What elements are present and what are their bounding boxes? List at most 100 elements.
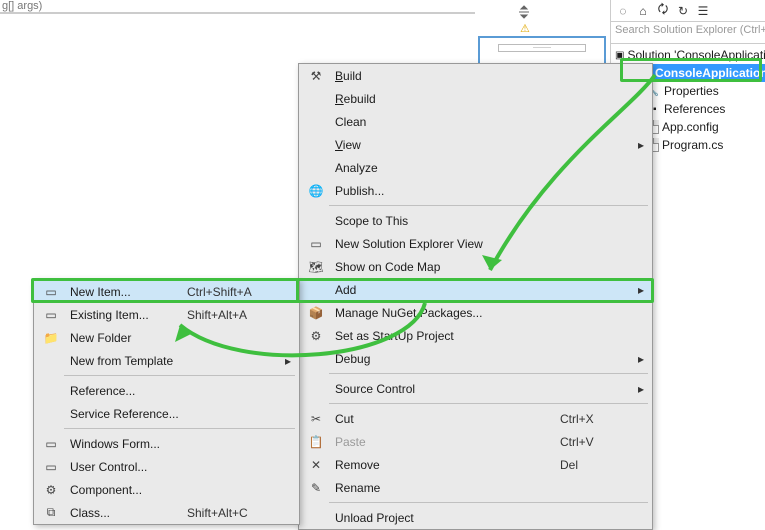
- tree-label: References: [664, 102, 725, 116]
- menu-item-label: Class...: [64, 506, 187, 520]
- menu-item-view[interactable]: View ▸: [299, 133, 652, 156]
- divider: [0, 12, 475, 14]
- menu-item-label: Analyze: [329, 161, 560, 175]
- menu-item-label: New from Template: [64, 354, 187, 368]
- menu-item-new-folder[interactable]: 📁New Folder: [34, 326, 299, 349]
- menu-item-label: New Folder: [64, 331, 187, 345]
- class-icon: ⧉: [38, 505, 64, 520]
- menu-item-set-as-startup-project[interactable]: ⚙Set as StartUp Project: [299, 324, 652, 347]
- menu-item-new-item[interactable]: ▭New Item...Ctrl+Shift+A: [34, 280, 299, 303]
- menu-item-source-control[interactable]: Source Control ▸: [299, 377, 652, 400]
- menu-item-label: Component...: [64, 483, 187, 497]
- menu-item-paste: 📋PasteCtrl+V: [299, 430, 652, 453]
- tree-label: ConsoleApplication1: [655, 66, 765, 80]
- menu-item-label: Reference...: [64, 384, 187, 398]
- solution-explorer-toolbar: ◌ ⌂ 🗘 ↻ ☰: [611, 0, 765, 22]
- menu-item-label: Rebuild: [329, 92, 560, 106]
- nuget-icon: 📦: [303, 306, 329, 320]
- home-icon[interactable]: ⌂: [635, 3, 651, 19]
- warning-icon: ⚠: [520, 22, 530, 35]
- menu-item-label: Manage NuGet Packages...: [329, 306, 560, 320]
- menu-item-label: Source Control: [329, 382, 560, 396]
- delete-icon: ✕: [303, 458, 329, 472]
- submenu-arrow-icon: ▸: [630, 283, 644, 297]
- menu-item-class[interactable]: ⧉Class...Shift+Alt+C: [34, 501, 299, 524]
- tree-solution-node[interactable]: ▣ Solution 'ConsoleApplicati: [611, 46, 765, 64]
- menu-item-component[interactable]: ⚙Component...: [34, 478, 299, 501]
- menu-item-add[interactable]: Add ▸: [299, 278, 652, 301]
- menu-item-label: Remove: [329, 458, 560, 472]
- menu-item-shortcut: Shift+Alt+A: [187, 308, 277, 322]
- paste-icon: 📋: [303, 435, 329, 449]
- menu-item-label: New Solution Explorer View: [329, 237, 560, 251]
- add-submenu: ▭New Item...Ctrl+Shift+A▭Existing Item..…: [33, 279, 300, 525]
- collapse-icon[interactable]: ☰: [695, 3, 711, 19]
- menu-item-label: View: [329, 138, 560, 152]
- form-icon: ▭: [38, 437, 64, 451]
- menu-item-label: Debug: [329, 352, 560, 366]
- menu-item-label: Publish...: [329, 184, 560, 198]
- menu-separator: [64, 428, 295, 429]
- rename-icon: ✎: [303, 481, 329, 495]
- menu-item-build[interactable]: ⚒Build: [299, 64, 652, 87]
- menu-separator: [329, 403, 648, 404]
- menu-item-debug[interactable]: Debug ▸: [299, 347, 652, 370]
- menu-item-label: User Control...: [64, 460, 187, 474]
- menu-item-cut[interactable]: ✂CutCtrl+X: [299, 407, 652, 430]
- menu-item-user-control[interactable]: ▭User Control...: [34, 455, 299, 478]
- control-icon: ▭: [38, 460, 64, 474]
- menu-item-label: Existing Item...: [64, 308, 187, 322]
- menu-item-shortcut: Ctrl+X: [560, 412, 630, 426]
- menu-item-scope-to-this[interactable]: Scope to This: [299, 209, 652, 232]
- back-icon[interactable]: ◌: [615, 3, 631, 19]
- submenu-arrow-icon: ▸: [630, 352, 644, 366]
- menu-separator: [329, 502, 648, 503]
- submenu-arrow-icon: ▸: [630, 382, 644, 396]
- solution-search-input[interactable]: Search Solution Explorer (Ctrl+;): [611, 22, 765, 44]
- menu-item-shortcut: Shift+Alt+C: [187, 506, 277, 520]
- menu-item-label: New Item...: [64, 285, 187, 299]
- menu-item-rebuild[interactable]: Rebuild: [299, 87, 652, 110]
- menu-item-unload-project[interactable]: Unload Project: [299, 506, 652, 529]
- existing-item-icon: ▭: [38, 308, 64, 322]
- tree-label: Properties: [664, 84, 719, 98]
- menu-item-rename[interactable]: ✎Rename: [299, 476, 652, 499]
- menu-item-analyze[interactable]: Analyze: [299, 156, 652, 179]
- new-item-icon: ▭: [38, 285, 64, 299]
- menu-item-new-solution-explorer-view[interactable]: ▭New Solution Explorer View: [299, 232, 652, 255]
- menu-item-label: Add: [329, 283, 560, 297]
- menu-item-manage-nuget-packages[interactable]: 📦Manage NuGet Packages...: [299, 301, 652, 324]
- menu-item-label: Scope to This: [329, 214, 560, 228]
- menu-item-windows-form[interactable]: ▭Windows Form...: [34, 432, 299, 455]
- thumbnail-box: ———: [498, 44, 586, 52]
- menu-separator: [329, 205, 648, 206]
- submenu-arrow-icon: ▸: [630, 138, 644, 152]
- solution-icon: ▣: [615, 47, 624, 63]
- tree-label: Program.cs: [662, 138, 723, 152]
- menu-item-publish[interactable]: 🌐Publish...: [299, 179, 652, 202]
- menu-item-label: Rename: [329, 481, 560, 495]
- menu-item-existing-item[interactable]: ▭Existing Item...Shift+Alt+A: [34, 303, 299, 326]
- submenu-arrow-icon: ▸: [277, 354, 291, 368]
- tree-label: Solution 'ConsoleApplicati: [627, 48, 765, 62]
- menu-separator: [64, 375, 295, 376]
- menu-item-remove[interactable]: ✕RemoveDel: [299, 453, 652, 476]
- menu-item-label: Service Reference...: [64, 407, 187, 421]
- split-handle-icon[interactable]: [516, 4, 532, 20]
- refresh-icon[interactable]: ↻: [675, 3, 691, 19]
- project-context-menu: ⚒BuildRebuildCleanView▸Analyze🌐Publish..…: [298, 63, 653, 530]
- menu-item-clean[interactable]: Clean: [299, 110, 652, 133]
- menu-item-label: Windows Form...: [64, 437, 187, 451]
- menu-item-new-from-template[interactable]: New from Template ▸: [34, 349, 299, 372]
- globe-icon: 🌐: [303, 184, 329, 198]
- menu-item-service-reference[interactable]: Service Reference...: [34, 402, 299, 425]
- map-icon: 🗺: [303, 260, 329, 274]
- menu-item-shortcut: Ctrl+Shift+A: [187, 285, 277, 299]
- menu-item-reference[interactable]: Reference...: [34, 379, 299, 402]
- menu-item-label: Set as StartUp Project: [329, 329, 560, 343]
- menu-item-show-on-code-map[interactable]: 🗺Show on Code Map: [299, 255, 652, 278]
- sync-icon[interactable]: 🗘: [655, 3, 671, 19]
- menu-item-label: Clean: [329, 115, 560, 129]
- menu-item-label: Unload Project: [329, 511, 560, 525]
- cut-icon: ✂: [303, 412, 329, 426]
